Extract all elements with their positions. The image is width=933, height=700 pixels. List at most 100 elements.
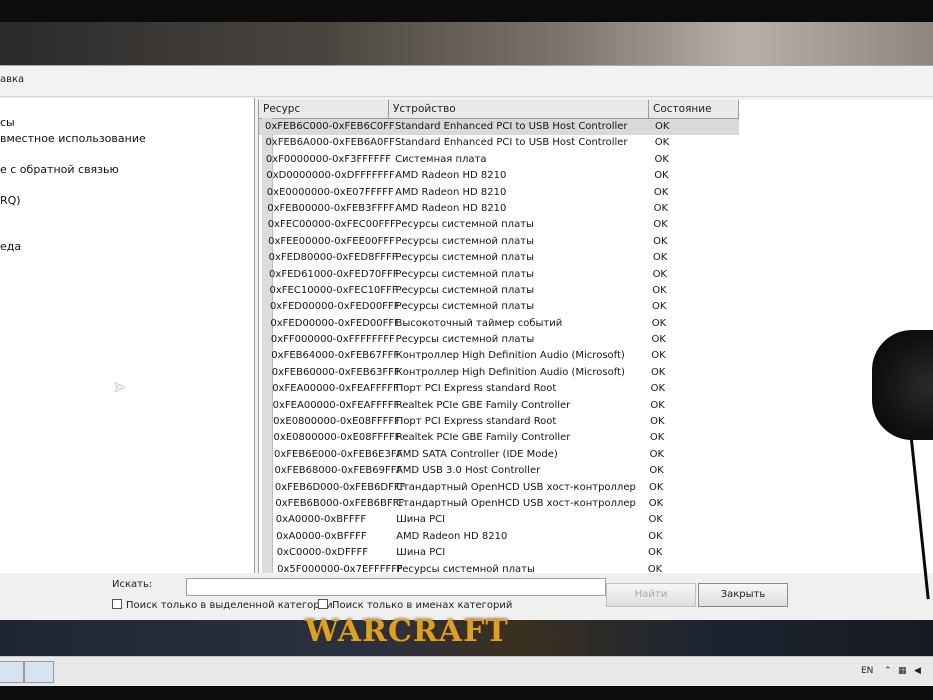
tree-item[interactable]: еда — [0, 240, 21, 253]
table-row[interactable]: 0xFED00000-0xFED00FFF Высокоточный таймер… — [259, 316, 739, 332]
device-cell: Шина PCI — [396, 547, 446, 559]
category-tree[interactable]: сы вместное использование е с обратной с… — [0, 98, 255, 573]
search-label: Искать: — [112, 579, 153, 590]
table-row[interactable]: 0xA0000-0xBFFFF Шина PCI OK — [259, 512, 739, 528]
resource-cell: 0xFED80000-0xFED8FFFF — [268, 252, 398, 264]
table-row[interactable]: 0xFED80000-0xFED8FFFF Ресурсы системной п… — [259, 250, 739, 266]
taskbar-system-info-icon[interactable] — [24, 661, 54, 683]
status-cell: OK — [648, 497, 664, 509]
table-row[interactable]: 0xFEB60000-0xFEB63FFF Контроллер High Def… — [259, 365, 739, 381]
status-cell: OK — [647, 563, 663, 575]
device-cell: AMD Radeon HD 8210 — [395, 170, 507, 182]
resource-cell: 0xFEB6E000-0xFEB6E3FF — [274, 448, 403, 460]
menu-bar: авка — [0, 66, 933, 97]
table-row[interactable]: 0xFF000000-0xFFFFFFFF Ресурсы системной п… — [259, 332, 739, 348]
menu-item-help[interactable]: авка — [0, 74, 24, 85]
checkbox-label: Поиск только в выделенной категории — [126, 600, 333, 611]
find-button[interactable]: Найти — [606, 583, 696, 607]
device-cell: Ресурсы системной платы — [395, 284, 535, 296]
table-row[interactable]: 0xFEC00000-0xFEC00FFF Ресурсы системной п… — [259, 217, 739, 233]
close-button[interactable]: Закрыть — [698, 583, 788, 607]
table-row[interactable]: 0xFEB68000-0xFEB69FFF AMD USB 3.0 Host Co… — [259, 463, 739, 479]
status-cell: OK — [652, 252, 668, 264]
resource-cell: 0xFEA00000-0xFEAFFFFF — [272, 383, 399, 395]
column-header-status[interactable]: Состояние — [649, 100, 739, 118]
device-cell: Realtek PCIe GBE Family Controller — [395, 399, 571, 411]
table-row[interactable]: 0xFED61000-0xFED70FFF Ресурсы системной п… — [259, 267, 739, 283]
table-row[interactable]: 0xE0800000-0xE08FFFFF Realtek PCIe GBE Fa… — [259, 430, 739, 446]
search-category-names-checkbox[interactable]: Поиск только в именах категорий — [318, 599, 512, 611]
resource-cell: 0xD0000000-0xDFFFFFFF — [266, 170, 395, 182]
table-row[interactable]: 0xFEE00000-0xFEE00FFF Ресурсы системной п… — [259, 234, 739, 250]
resource-cell: 0xFED00000-0xFED00FFF — [270, 317, 400, 329]
webcam-device — [872, 330, 933, 440]
column-header-device[interactable]: Устройство — [389, 100, 649, 118]
device-cell: Ресурсы системной платы — [395, 268, 535, 280]
status-cell: OK — [651, 350, 666, 362]
table-row[interactable]: 0xFEB6E000-0xFEB6E3FF AMD SATA Controller… — [259, 447, 739, 463]
checkbox-icon — [318, 599, 328, 609]
checkbox-icon — [112, 599, 122, 609]
status-cell: OK — [647, 547, 663, 559]
table-row[interactable]: 0xFEB6C000-0xFEB6C0FF Standard Enhanced P… — [259, 119, 739, 136]
table-row[interactable]: 0xA0000-0xBFFFF AMD Radeon HD 8210 OK — [259, 529, 739, 545]
resource-cell: 0xFED00000-0xFED00FFF — [269, 301, 400, 313]
resource-cell: 0xFED61000-0xFED70FFF — [269, 268, 399, 280]
status-cell: OK — [648, 514, 663, 526]
status-cell: OK — [655, 121, 670, 132]
status-cell: OK — [654, 153, 669, 165]
device-cell: Стандартный OpenHCD USB хост-контроллер — [396, 497, 636, 509]
status-cell: OK — [653, 235, 668, 247]
status-cell: OK — [652, 301, 667, 313]
table-row[interactable]: 0xFEB6A000-0xFEB6A0FF Standard Enhanced P… — [259, 135, 739, 151]
device-cell: Контроллер High Definition Audio (Micros… — [395, 350, 625, 362]
resource-cell: 0xFEB6B000-0xFEB6BFFF — [275, 497, 405, 509]
device-cell: AMD USB 3.0 Host Controller — [395, 465, 541, 477]
device-cell: AMD SATA Controller (IDE Mode) — [395, 448, 558, 460]
status-cell: OK — [649, 465, 664, 477]
table-row[interactable]: 0xD0000000-0xDFFFFFFF AMD Radeon HD 8210 O… — [259, 168, 739, 184]
status-cell: OK — [651, 317, 667, 329]
device-cell: AMD Radeon HD 8210 — [396, 530, 508, 542]
column-header-resource[interactable]: Ресурс — [259, 100, 389, 118]
table-row[interactable]: 0xFEB00000-0xFEB3FFFF AMD Radeon HD 8210 O… — [259, 201, 739, 217]
device-cell: Шина PCI — [396, 514, 446, 526]
network-icon[interactable]: ▦ — [898, 666, 907, 676]
taskbar: EN ⌃ ▦ ◀ — [0, 656, 933, 687]
resource-cell: 0xE0000000-0xE07FFFFF — [266, 186, 394, 198]
table-row[interactable]: 0xE0800000-0xE08FFFFF Порт PCI Express st… — [259, 414, 739, 430]
search-input[interactable] — [186, 578, 606, 596]
tree-item[interactable]: RQ) — [0, 194, 21, 207]
status-cell: OK — [654, 137, 670, 149]
tree-item[interactable]: сы — [0, 116, 15, 129]
table-row[interactable]: 0xFEB6B000-0xFEB6BFFF Стандартный OpenHCD… — [259, 496, 739, 512]
tree-item[interactable]: вместное использование — [0, 132, 146, 145]
table-row[interactable]: 0xFEB6D000-0xFEB6DFFF Стандартный OpenHCD… — [259, 480, 739, 496]
table-row[interactable]: 0xFEC10000-0xFEC10FFF Ресурсы системной п… — [259, 283, 739, 299]
table-row[interactable]: 0xFEB64000-0xFEB67FFF Контроллер High Def… — [259, 348, 739, 364]
volume-icon[interactable]: ◀ — [914, 666, 921, 676]
table-row[interactable]: 0xFEA00000-0xFEAFFFFF Порт PCI Express st… — [259, 381, 739, 397]
resource-cell: 0xA0000-0xBFFFF — [276, 530, 367, 542]
table-row[interactable]: 0xFED00000-0xFED00FFF Ресурсы системной п… — [259, 299, 739, 315]
checkbox-label: Поиск только в именах категорий — [332, 600, 513, 611]
tray-expand-icon[interactable]: ⌃ — [884, 666, 892, 676]
table-row[interactable]: 0xFEA00000-0xFEAFFFFF Realtek PCIe GBE Fa… — [259, 398, 739, 414]
resource-cell: 0xFEB68000-0xFEB69FFF — [274, 465, 403, 477]
table-row[interactable]: 0xF0000000-0xF3FFFFFF Системная плата OK — [259, 152, 739, 168]
tree-item[interactable]: е с обратной связью — [0, 163, 119, 176]
taskbar-app-icon[interactable] — [0, 661, 24, 683]
device-cell: Ресурсы системной платы — [395, 301, 535, 313]
monitor-bezel-top — [0, 0, 933, 22]
resource-cell: 0xFEB00000-0xFEB3FFFF — [267, 202, 395, 214]
resource-cell: 0xFEE00000-0xFEE00FFF — [268, 235, 395, 247]
search-selected-category-checkbox[interactable]: Поиск только в выделенной категории — [112, 599, 333, 611]
status-cell: OK — [653, 219, 668, 231]
language-indicator[interactable]: EN — [861, 666, 873, 676]
status-cell: OK — [650, 399, 665, 411]
table-row[interactable]: 0xC0000-0xDFFFF Шина PCI OK — [259, 545, 739, 561]
status-cell: OK — [649, 432, 665, 444]
table-row[interactable]: 0xE0000000-0xE07FFFFF AMD Radeon HD 8210 O… — [259, 185, 739, 201]
resource-cell: 0xFEC10000-0xFEC10FFF — [269, 284, 398, 296]
resource-cell: 0xFEB64000-0xFEB67FFF — [271, 350, 400, 362]
